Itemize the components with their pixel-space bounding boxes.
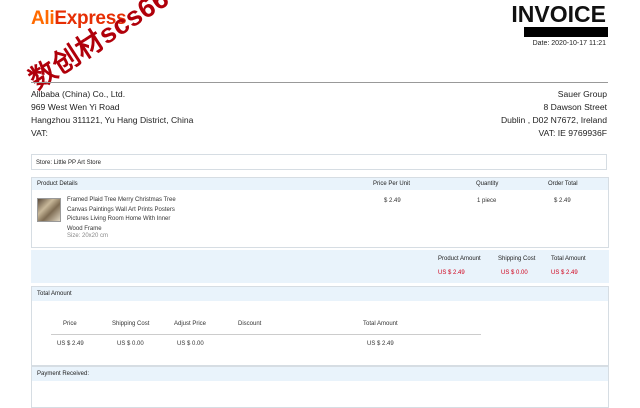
buyer-address: Sauer Group 8 Dawson Street Dublin , D02… [501, 88, 607, 140]
redaction-bar [524, 27, 608, 37]
col-product-details: Product Details [37, 181, 78, 187]
product-thumbnail[interactable] [37, 198, 61, 222]
seller-city: Hangzhou 311121, Yu Hang District, China [31, 115, 194, 125]
seller-street: 969 West Wen Yi Road [31, 102, 120, 112]
total-price-value: US $ 2.49 [57, 341, 84, 347]
invoice-date: Date: 2020-10-17 11:21 [532, 40, 606, 47]
product-price: $ 2.49 [384, 198, 401, 204]
store-name: Store: Little PP Art Store [36, 160, 101, 166]
col-order-total: Order Total [548, 181, 578, 187]
buyer-name: Sauer Group [557, 89, 607, 99]
col-quantity: Quantity [476, 181, 499, 187]
col-total-amount: Total Amount [363, 321, 398, 327]
product-size: Size: 20x20 cm [67, 233, 109, 239]
product-name-link[interactable]: Framed Plaid Tree Merry Christmas Tree C… [67, 196, 187, 234]
buyer-vat: VAT: IE 9769936F [538, 128, 607, 138]
payment-panel: Payment Received: [31, 366, 609, 408]
shipping-cost-value: US $ 0.00 [501, 270, 528, 276]
product-table-header: Product Details Price Per Unit Quantity … [32, 178, 608, 190]
amounts-summary: Product Amount Shipping Cost Total Amoun… [31, 250, 609, 283]
logo-part-ali: Ali [31, 8, 55, 29]
seller-address: Alibaba (China) Co., Ltd. 969 West Wen Y… [31, 88, 193, 140]
payment-title: Payment Received: [32, 367, 608, 381]
product-table: Product Details Price Per Unit Quantity … [31, 177, 609, 248]
total-amount-title: Total Amount [32, 287, 608, 301]
total-table-divider [51, 334, 481, 335]
store-panel: Store: Little PP Art Store [31, 154, 607, 170]
seller-vat: VAT: [31, 128, 48, 138]
total-amount-label: Total Amount [551, 256, 586, 262]
buyer-street: 8 Dawson Street [543, 102, 607, 112]
header-divider [31, 82, 608, 83]
col-discount: Discount [238, 321, 262, 327]
total-amount-panel: Total Amount Price Shipping Cost Adjust … [31, 286, 609, 366]
seller-name: Alibaba (China) Co., Ltd. [31, 89, 126, 99]
col-shipping-cost: Shipping Cost [112, 321, 150, 327]
total-shipping-value: US $ 0.00 [117, 341, 144, 347]
product-quantity: 1 piece [477, 198, 497, 204]
invoice-title: INVOICE [511, 1, 606, 27]
shipping-cost-label: Shipping Cost [498, 256, 536, 262]
total-total-value: US $ 2.49 [367, 341, 394, 347]
product-amount-label: Product Amount [438, 256, 481, 262]
total-adjust-value: US $ 0.00 [177, 341, 204, 347]
total-amount-value: US $ 2.49 [551, 270, 578, 276]
buyer-city: Dublin , D02 N7672, Ireland [500, 115, 607, 125]
col-price-per-unit: Price Per Unit [373, 181, 411, 187]
col-adjust-price: Adjust Price [174, 321, 207, 327]
col-price: Price [63, 321, 77, 327]
product-amount-value: US $ 2.49 [438, 270, 465, 276]
product-order-total: $ 2.49 [554, 198, 571, 204]
